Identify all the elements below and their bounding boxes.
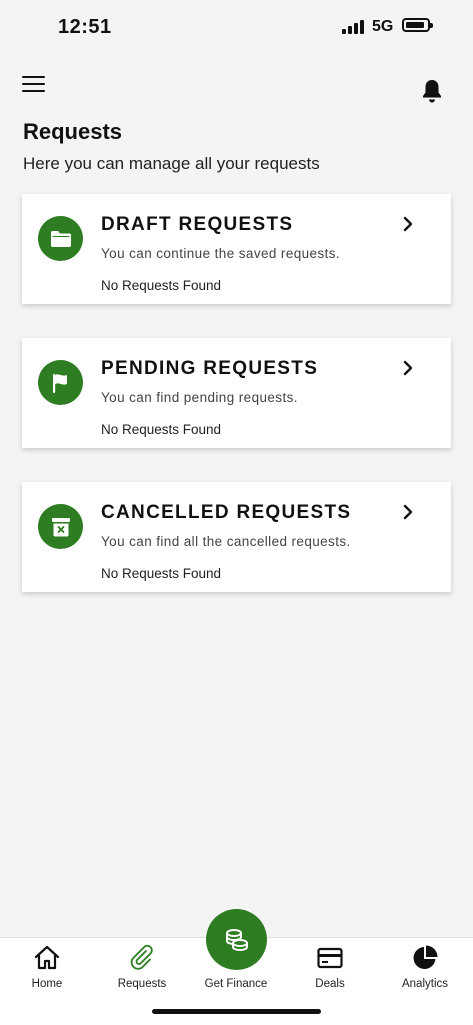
card-title: DRAFT REQUESTS — [101, 214, 294, 235]
nav-item-home[interactable]: Home — [0, 938, 94, 998]
bell-icon[interactable] — [420, 78, 444, 104]
flag-icon — [38, 360, 83, 405]
network-type: 5G — [372, 18, 394, 35]
card-description: You can continue the saved requests. — [101, 246, 341, 261]
signal-icon — [342, 20, 364, 34]
nav-item-requests[interactable]: Requests — [95, 938, 189, 998]
nav-label: Requests — [117, 978, 167, 990]
nav-label: Home — [31, 978, 63, 990]
get-finance-button[interactable] — [206, 909, 267, 970]
status-bar: 12:51 5G — [0, 0, 473, 56]
nav-label: Deals — [315, 978, 345, 990]
folder-icon — [38, 216, 83, 261]
card-description: You can find pending requests. — [101, 390, 298, 405]
menu-icon[interactable] — [22, 76, 45, 94]
card-title: CANCELLED REQUESTS — [101, 502, 352, 523]
status-time: 12:51 — [58, 16, 112, 38]
cancelled-requests-card[interactable]: CANCELLED REQUESTS You can find all the … — [22, 482, 451, 592]
pending-requests-card[interactable]: PENDING REQUESTS You can find pending re… — [22, 338, 451, 448]
card-icon — [317, 947, 343, 969]
paperclip-icon — [130, 944, 153, 970]
page-title: Requests — [23, 119, 123, 144]
home-indicator — [152, 1009, 321, 1014]
pie-chart-icon — [413, 945, 438, 969]
card-count-text: No Requests Found — [101, 566, 222, 581]
card-count-text: No Requests Found — [101, 278, 222, 293]
nav-item-deals[interactable]: Deals — [283, 938, 377, 998]
page-subtitle: Here you can manage all your requests — [23, 154, 320, 173]
nav-label: Analytics — [401, 978, 449, 990]
card-count-text: No Requests Found — [101, 422, 222, 437]
coins-icon — [225, 928, 248, 951]
cancelled-bin-icon — [38, 504, 83, 549]
draft-requests-card[interactable]: DRAFT REQUESTS You can continue the save… — [22, 194, 451, 304]
nav-label: Get Finance — [204, 978, 268, 990]
chevron-right-icon[interactable] — [401, 360, 415, 376]
card-description: You can find all the cancelled requests. — [101, 534, 351, 549]
nav-item-analytics[interactable]: Analytics — [378, 938, 472, 998]
home-icon — [34, 945, 60, 970]
chevron-right-icon[interactable] — [401, 504, 415, 520]
chevron-right-icon[interactable] — [401, 216, 415, 232]
battery-icon — [402, 18, 433, 32]
card-title: PENDING REQUESTS — [101, 358, 319, 379]
